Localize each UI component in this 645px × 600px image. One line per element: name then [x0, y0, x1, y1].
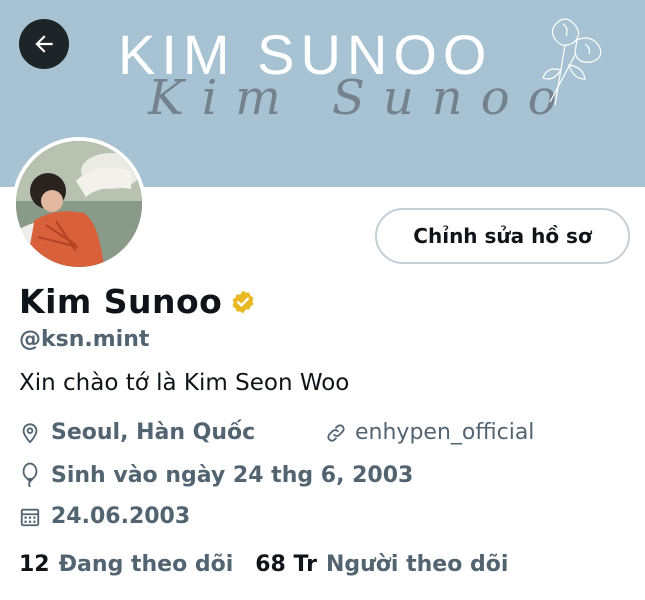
follow-stats: 12 Đang theo dõi 68 Tr Người theo dõi	[19, 552, 530, 577]
followers-count[interactable]: 68 Tr	[255, 552, 317, 577]
birthday-row: Sinh vào ngày 24 thg 6, 2003	[19, 462, 413, 488]
joined-text: 24.06.2003	[51, 504, 191, 529]
flower-illustration-icon	[542, 18, 602, 106]
location-row: Seoul, Hàn Quốc	[19, 420, 255, 445]
avatar-photo	[16, 141, 142, 267]
display-name: Kim Sunoo	[19, 282, 223, 321]
calendar-icon	[20, 508, 40, 526]
website-link[interactable]: enhypen_official	[325, 420, 534, 445]
name-row: Kim Sunoo	[19, 282, 256, 321]
edit-profile-button[interactable]: Chỉnh sửa hồ sơ	[375, 208, 630, 264]
birthday-text: Sinh vào ngày 24 thg 6, 2003	[51, 462, 414, 488]
bio-text: Xin chào tớ là Kim Seon Woo	[19, 370, 350, 396]
link-icon	[327, 423, 345, 442]
avatar[interactable]	[12, 137, 146, 271]
location-text: Seoul, Hàn Quốc	[51, 420, 256, 445]
following-count[interactable]: 12	[19, 552, 50, 577]
location-pin-icon	[22, 422, 38, 443]
balloon-icon	[22, 462, 38, 488]
banner-script-text: Kim Sunoo	[148, 70, 575, 126]
back-button[interactable]	[19, 19, 69, 69]
user-handle: @ksn.mint	[19, 327, 150, 352]
arrow-left-icon	[35, 35, 53, 53]
website-text[interactable]: enhypen_official	[355, 420, 534, 445]
following-label[interactable]: Đang theo dõi	[59, 552, 234, 577]
verified-badge-icon	[232, 290, 254, 313]
followers-label[interactable]: Người theo dõi	[326, 552, 508, 577]
joined-row: 24.06.2003	[19, 504, 190, 529]
